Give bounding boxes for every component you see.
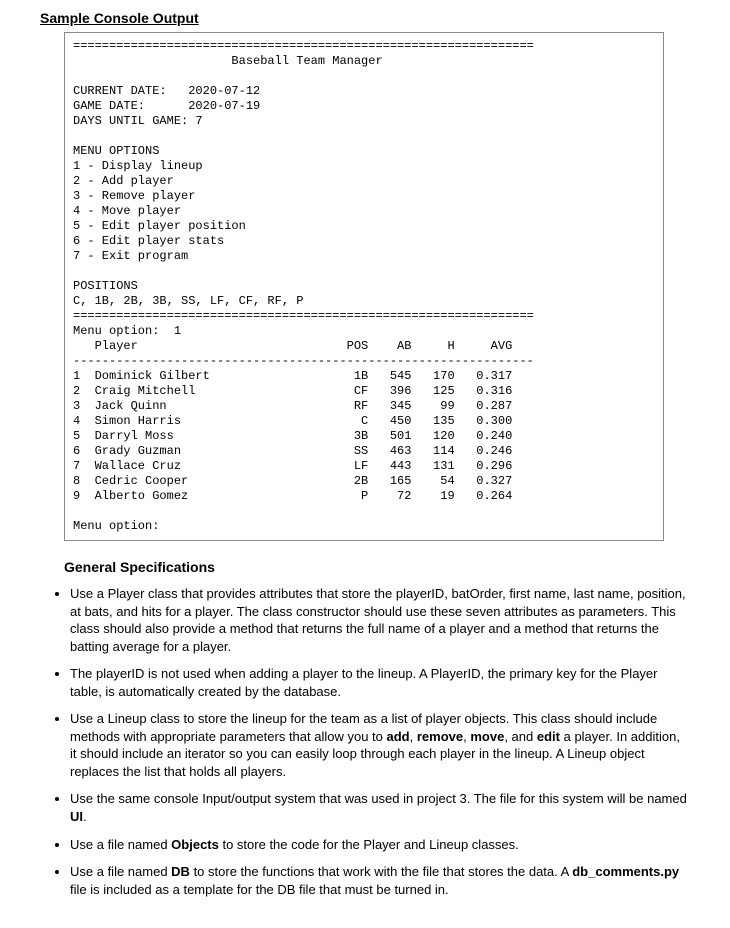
spec-list: Use a Player class that provides attribu… <box>40 585 690 898</box>
spec-item: Use a file named DB to store the functio… <box>70 863 690 898</box>
spec-item: Use the same console Input/output system… <box>70 790 690 825</box>
console-output: ========================================… <box>64 32 664 541</box>
spec-item: Use a file named Objects to store the co… <box>70 836 690 854</box>
spec-item: The playerID is not used when adding a p… <box>70 665 690 700</box>
spec-heading: General Specifications <box>64 559 690 575</box>
spec-item: Use a Lineup class to store the lineup f… <box>70 710 690 780</box>
page-heading: Sample Console Output <box>40 10 690 26</box>
spec-item: Use a Player class that provides attribu… <box>70 585 690 655</box>
